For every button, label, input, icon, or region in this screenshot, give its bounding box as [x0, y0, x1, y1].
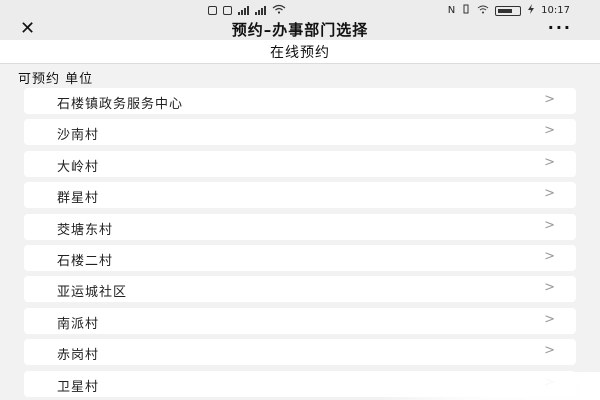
wifi-icon [272, 4, 286, 17]
nav-bar: ✕ 预约–办事部门选择 ··· [0, 19, 600, 40]
battery-icon [495, 5, 522, 16]
sub-header: 在线预约 [0, 40, 600, 64]
chevron-right-icon: > [544, 280, 555, 296]
chevron-right-icon: > [544, 186, 555, 202]
chevron-right-icon: > [544, 248, 555, 264]
notification-icon-2 [223, 6, 232, 15]
list-item[interactable]: 石楼二村 > [24, 244, 576, 271]
signal-icon [238, 6, 249, 15]
list-item[interactable]: 沙南村 > [24, 119, 576, 146]
status-bar: N 10:17 [0, 0, 600, 20]
status-right: N 10:17 [448, 4, 570, 17]
list-item-label: 卫星村 [57, 379, 100, 395]
chevron-right-icon: > [544, 123, 555, 139]
list-item-label: 南派村 [57, 316, 100, 332]
list-item-label: 赤岗村 [57, 348, 100, 364]
chevron-right-icon: > [544, 92, 555, 107]
list-item[interactable]: 赤岗村 > [24, 339, 576, 366]
unit-list: 石楼镇政务服务中心 > 沙南村 > 大岭村 > 群星村 > 茭塘东村 > 石楼二… [24, 88, 576, 400]
list-item-label: 沙南村 [57, 128, 100, 144]
sub-title: 在线预约 [270, 45, 330, 61]
signal-icon-2 [255, 6, 266, 15]
list-item[interactable]: 群星村 > [24, 182, 576, 209]
list-item[interactable]: 南派村 > [24, 307, 576, 334]
wifi-status-icon [477, 4, 489, 17]
list-item[interactable]: 石楼镇政务服务中心 > [24, 88, 576, 114]
list-item-label: 大岭村 [57, 159, 100, 175]
charging-icon [527, 4, 535, 17]
list-item[interactable]: 大岭村 > [24, 150, 576, 177]
chevron-right-icon: > [544, 343, 555, 359]
list-item-label: 亚运城社区 [57, 285, 128, 301]
list-item-label: 石楼镇政务服务中心 [57, 97, 184, 112]
list-item[interactable]: 茭塘东村 > [24, 213, 576, 240]
chevron-right-icon: > [544, 217, 555, 233]
list-item-label: 茭塘东村 [57, 222, 114, 238]
page-title: 预约–办事部门选择 [231, 21, 369, 39]
chevron-right-icon: > [544, 154, 555, 170]
chevron-right-icon: > [544, 311, 555, 327]
watermark-fade [380, 372, 600, 400]
status-left [208, 4, 286, 17]
more-icon[interactable]: ··· [548, 20, 572, 36]
list-item-label: 石楼二村 [57, 253, 114, 269]
list-item[interactable]: 亚运城社区 > [24, 276, 576, 303]
section-label: 可预约 单位 [18, 72, 94, 87]
nfc-icon: N [447, 5, 456, 16]
notification-icon [208, 6, 217, 15]
vibrate-icon [461, 4, 471, 17]
list-item-label: 群星村 [57, 191, 100, 207]
clock-time: 10:17 [541, 5, 570, 16]
